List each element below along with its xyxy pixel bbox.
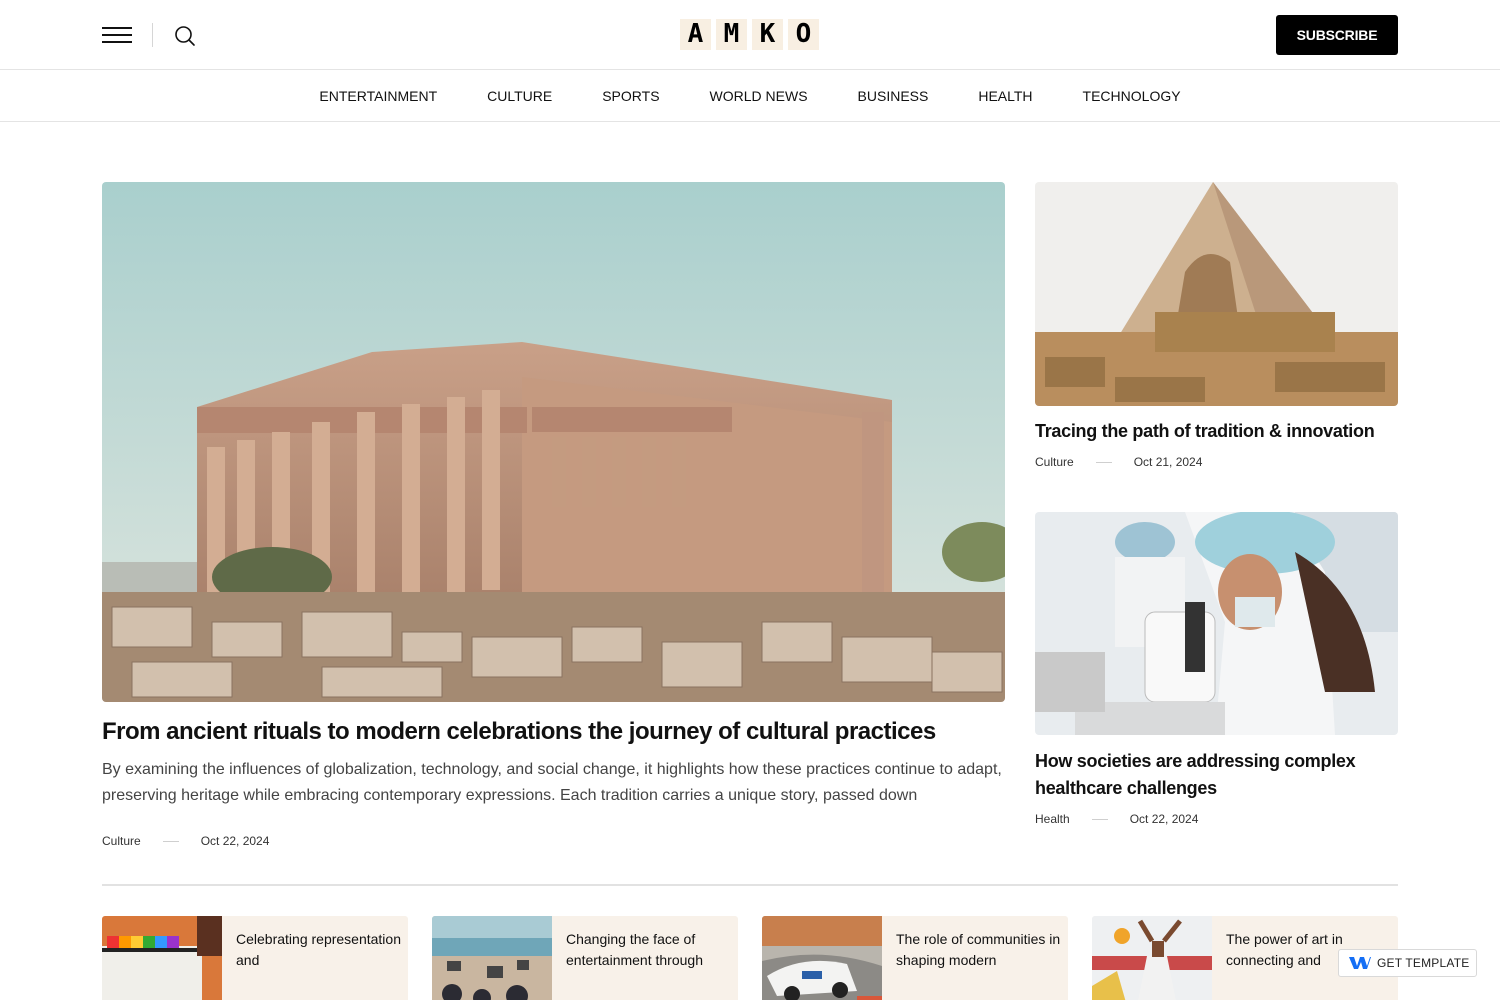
logo-letter: O: [788, 19, 819, 50]
feature-article-excerpt: By examining the influences of globaliza…: [102, 761, 1002, 804]
mini-article-image: [762, 916, 882, 1000]
site-logo[interactable]: A M K O: [680, 19, 819, 50]
meta-separator: [162, 840, 179, 842]
side-article-title[interactable]: How societies are addressing complex hea…: [1035, 748, 1375, 802]
logo-letter: M: [716, 19, 747, 50]
nav-item-business[interactable]: BUSINESS: [858, 88, 929, 104]
feature-article-image[interactable]: [102, 182, 1005, 702]
side-article-image[interactable]: [1035, 182, 1398, 406]
nav-item-culture[interactable]: CULTURE: [487, 88, 552, 104]
mini-article-card[interactable]: The role of communities in shaping moder…: [762, 916, 1068, 1000]
nav-item-health[interactable]: HEALTH: [978, 88, 1032, 104]
side-article-meta: Health Oct 22, 2024: [1035, 812, 1198, 826]
nav-item-world-news[interactable]: WORLD NEWS: [710, 88, 808, 104]
date-label: Oct 21, 2024: [1133, 455, 1203, 469]
side-article-title[interactable]: Tracing the path of tradition & innovati…: [1035, 418, 1375, 445]
mini-article-image: [432, 916, 552, 1000]
date-label: Oct 22, 2024: [200, 834, 270, 848]
side-article-meta: Culture Oct 21, 2024: [1035, 455, 1202, 469]
category-label[interactable]: Culture: [102, 834, 141, 848]
section-divider: [102, 884, 1398, 886]
get-template-button[interactable]: GET TEMPLATE: [1338, 949, 1477, 977]
get-template-label: GET TEMPLATE: [1377, 956, 1470, 970]
mini-article-title: Changing the face of entertainment throu…: [566, 931, 703, 968]
category-nav: ENTERTAINMENT CULTURE SPORTS WORLD NEWS …: [0, 70, 1500, 122]
mini-article-title: The role of communities in shaping moder…: [896, 931, 1061, 968]
logo-letter: K: [752, 19, 783, 50]
mini-article-title: Celebrating representation and: [236, 931, 401, 968]
webflow-logo-icon: [1349, 955, 1371, 971]
feature-article-title[interactable]: From ancient rituals to modern celebrati…: [102, 716, 1005, 748]
feature-article-meta: Culture Oct 22, 2024: [102, 834, 269, 848]
mini-article-card[interactable]: Changing the face of entertainment throu…: [432, 916, 738, 1000]
subscribe-button[interactable]: SUBSCRIBE: [1276, 15, 1398, 55]
category-label[interactable]: Culture: [1035, 455, 1074, 469]
meta-separator: [1091, 818, 1108, 820]
nav-item-sports[interactable]: SPORTS: [602, 88, 659, 104]
mini-article-card[interactable]: Celebrating representation and: [102, 916, 408, 1000]
logo-letter: A: [680, 19, 711, 50]
nav-item-technology[interactable]: TECHNOLOGY: [1083, 88, 1181, 104]
search-icon[interactable]: [173, 24, 197, 48]
mini-article-image: [1092, 916, 1212, 1000]
date-label: Oct 22, 2024: [1129, 812, 1199, 826]
site-header: A M K O SUBSCRIBE: [0, 0, 1500, 70]
side-article-image[interactable]: [1035, 512, 1398, 735]
hamburger-menu-icon[interactable]: [102, 24, 132, 46]
nav-item-entertainment[interactable]: ENTERTAINMENT: [319, 88, 437, 104]
category-label[interactable]: Health: [1035, 812, 1070, 826]
mini-article-image: [102, 916, 222, 1000]
header-divider: [152, 23, 153, 47]
meta-separator: [1095, 461, 1112, 463]
